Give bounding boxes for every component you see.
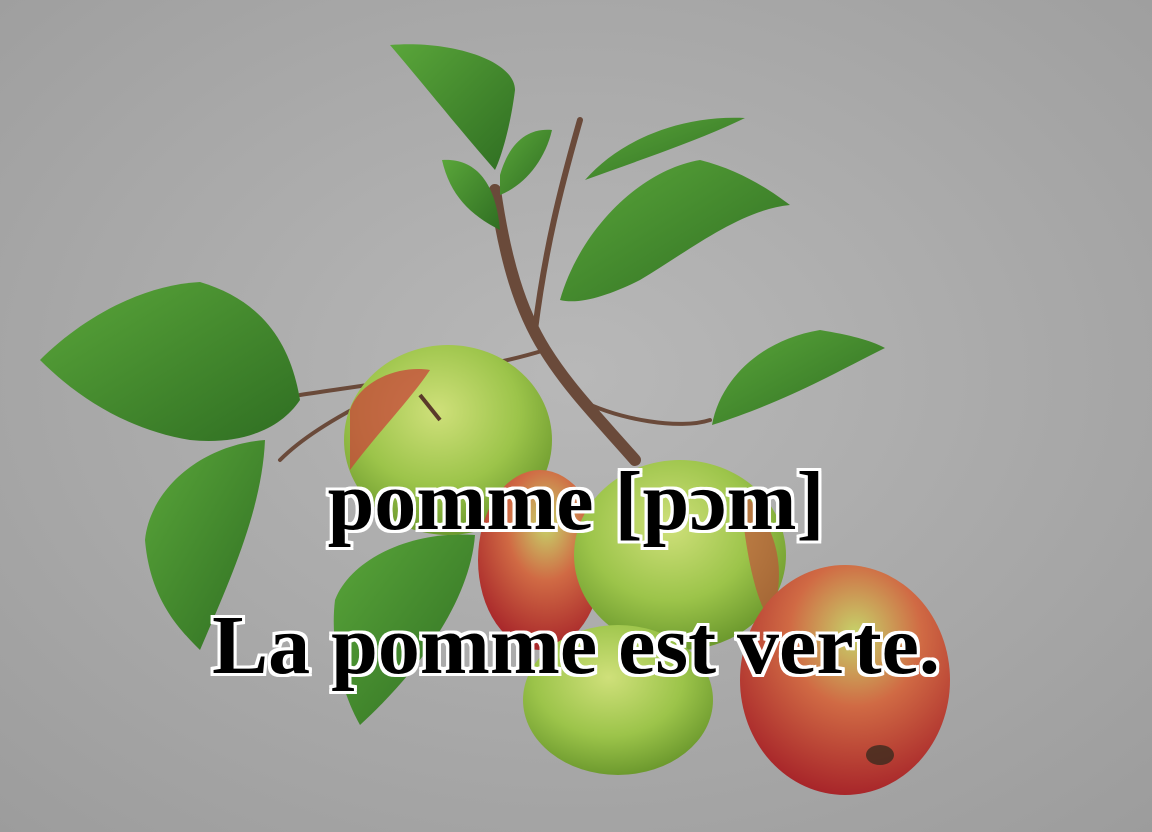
- flashcard-image: pomme [pɔm] La pomme est verte.: [0, 0, 1152, 832]
- vocabulary-word: pomme [pɔm]: [327, 455, 825, 548]
- apple-branch-illustration: [0, 0, 1152, 832]
- example-sentence: La pomme est verte.: [212, 599, 940, 692]
